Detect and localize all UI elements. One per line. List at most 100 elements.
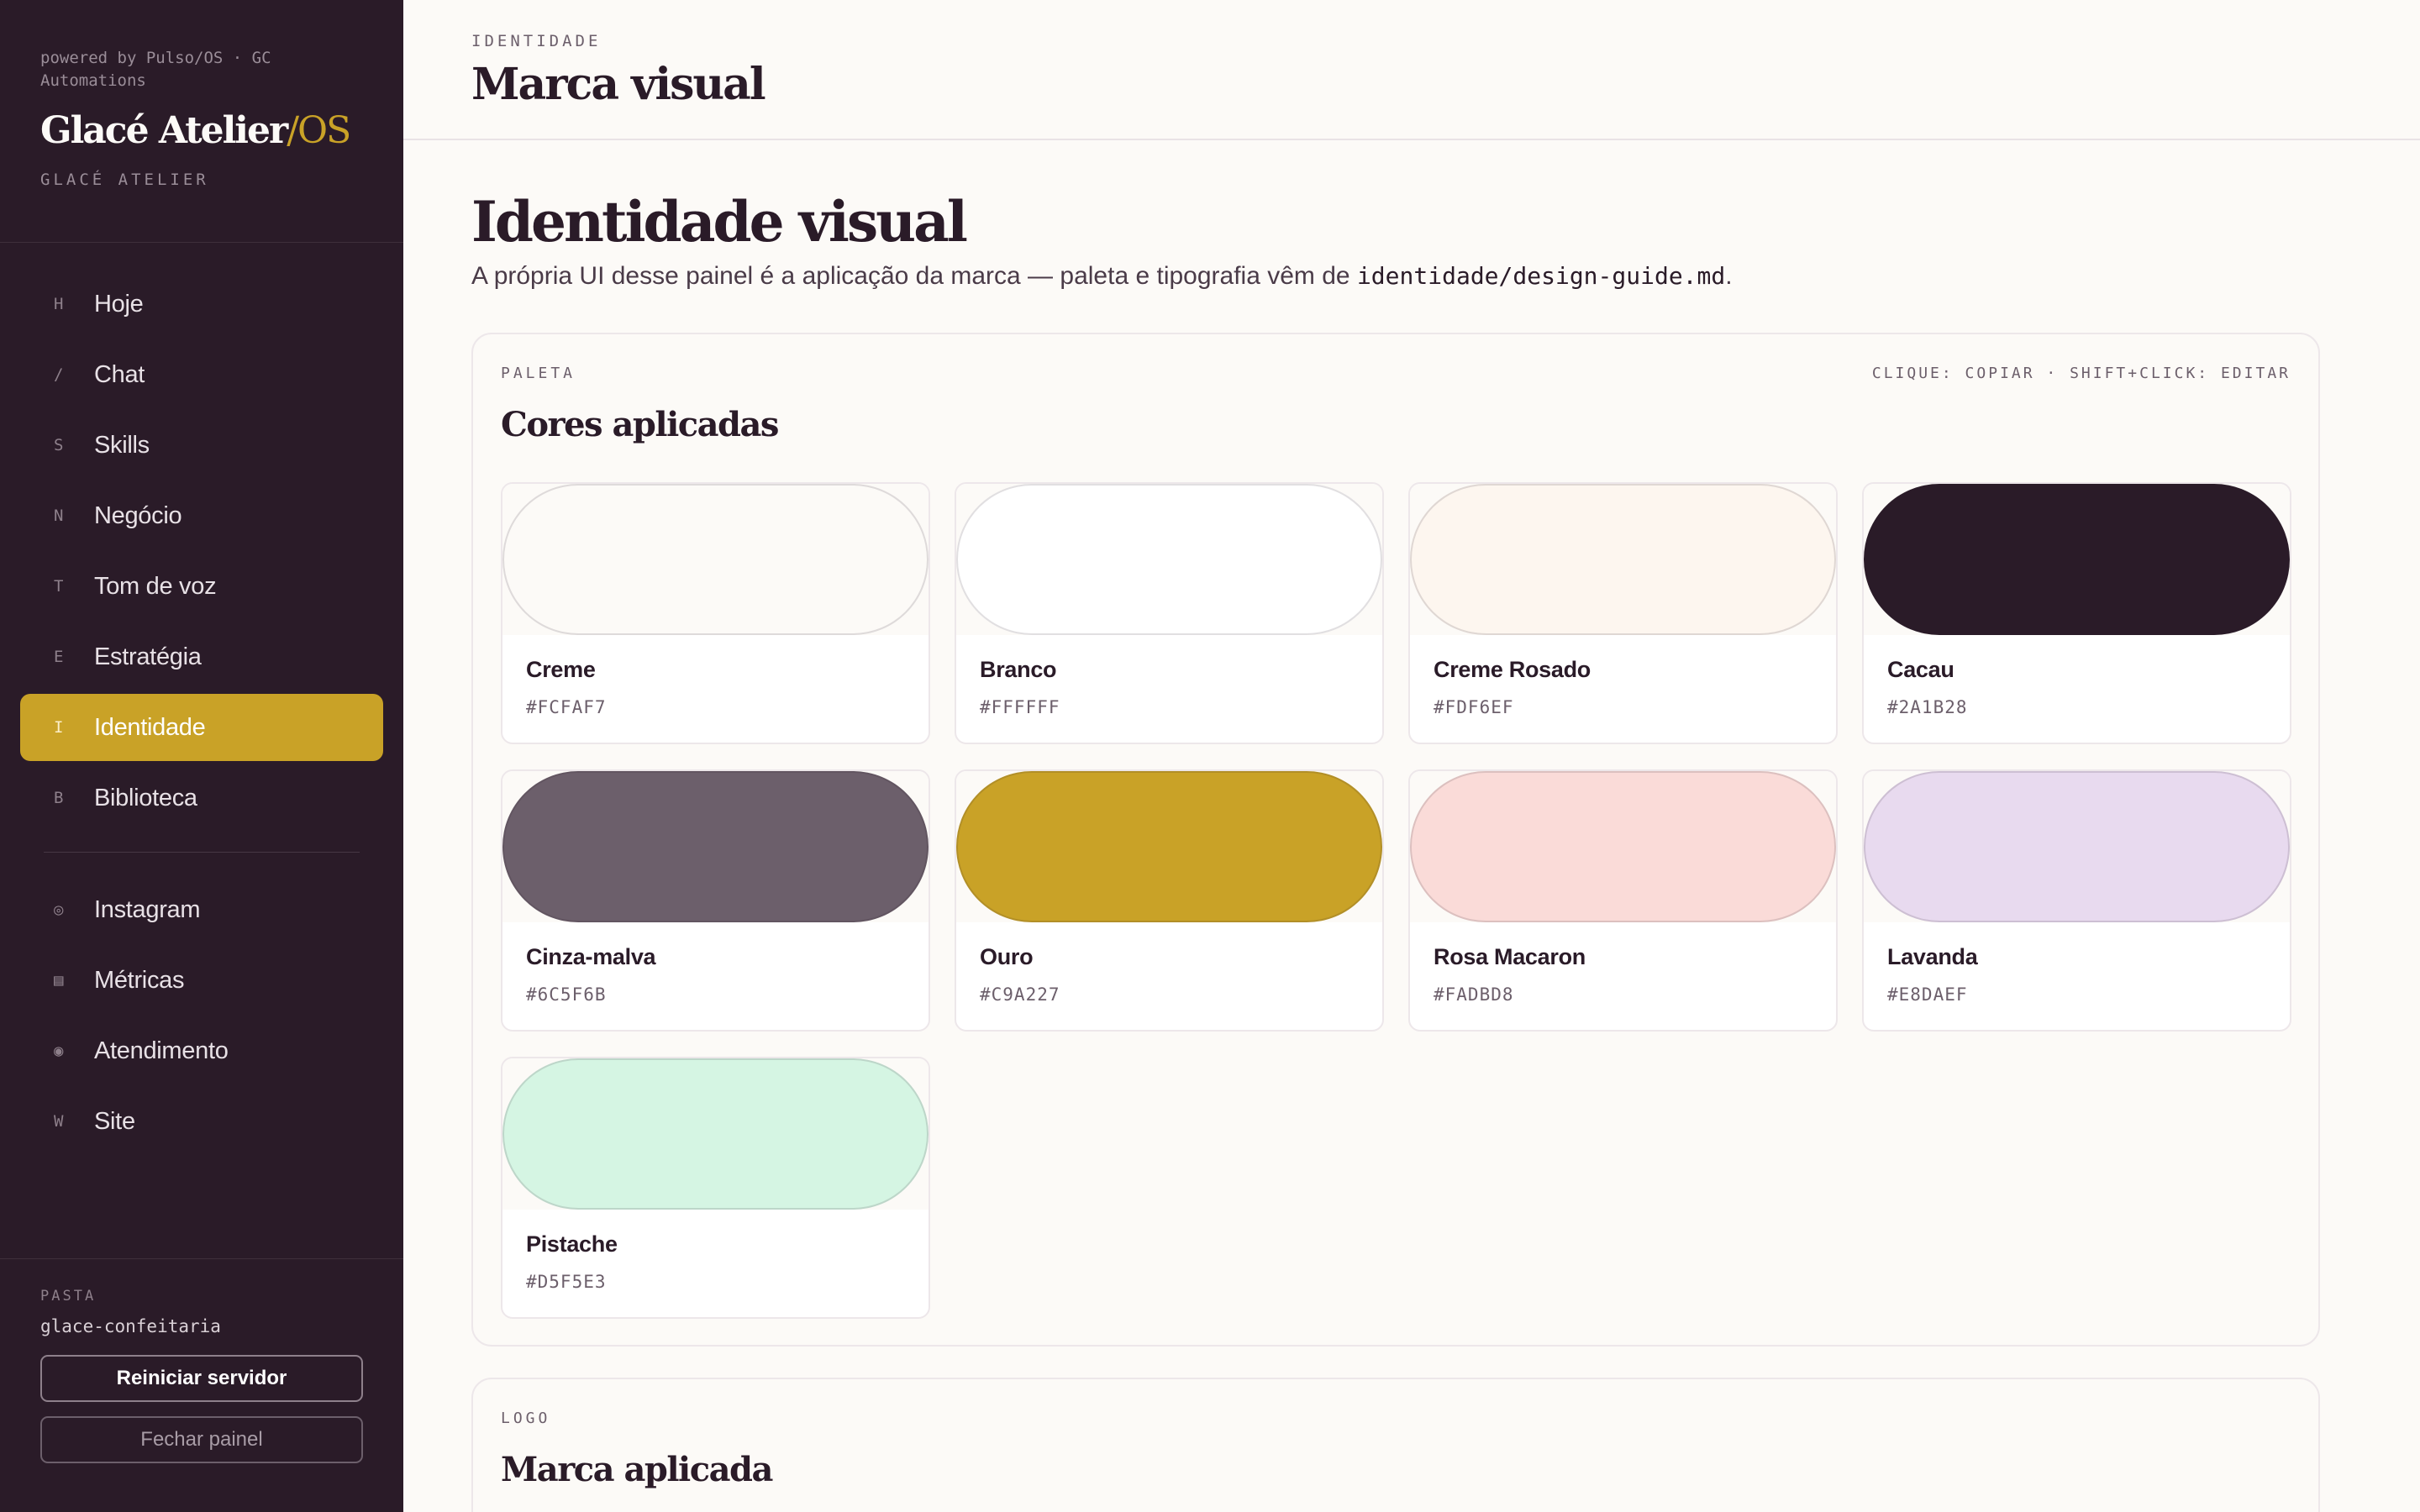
palette-hint: CLIQUE: COPIAR · SHIFT+CLICK: EDITAR [1871,365,2291,382]
folder-value: glace-confeitaria [40,1316,221,1336]
sidebar-item-instagram[interactable]: ◎ Instagram [20,876,383,943]
brand-os-suffix: /OS [287,109,351,152]
palette-title: Cores aplicadas [501,405,779,444]
color-name: Ouro [980,944,1034,969]
instagram-icon: ◎ [54,900,64,919]
sidebar-item-label: Negócio [94,501,182,529]
color-swatch-pistache[interactable]: Pistache #D5F5E3 [501,1057,930,1319]
sidebar-item-label: Tom de voz [94,572,217,600]
sidebar-item-identidade[interactable]: I Identidade [20,694,383,761]
swatch-grid: Creme #FCFAF7 Branco #FFFFFF Creme Rosad… [501,482,2292,1319]
logo-kicker: LOGO [501,1410,551,1427]
sidebar-item-chat[interactable]: / Chat [20,341,383,408]
sidebar-item-label: Site [94,1107,135,1135]
shortcut-i-icon: I [54,718,64,737]
color-pill [1410,771,1836,922]
shortcut-h-icon: H [54,295,64,313]
shortcut-t-icon: T [54,577,64,596]
color-name: Pistache [526,1231,618,1257]
restart-server-button[interactable]: Reiniciar servidor [40,1355,363,1402]
metrics-icon: ▤ [54,971,64,990]
color-hex: #2A1B28 [1887,697,1968,717]
color-swatch-ouro[interactable]: Ouro #C9A227 [955,769,1384,1032]
color-swatch-cinza-malva[interactable]: Cinza-malva #6C5F6B [501,769,930,1032]
color-hex: #FFFFFF [980,697,1060,717]
color-pill [1410,484,1836,635]
color-hex: #D5F5E3 [526,1272,607,1292]
color-name: Branco [980,657,1057,682]
app-root: powered by Pulso/OS · GC Automations Gla… [0,0,2420,1512]
support-icon: ◉ [54,1042,64,1060]
sidebar-item-label: Chat [94,360,145,388]
brand-name: Glacé Atelier [40,109,288,152]
sidebar-divider [0,242,403,243]
sidebar-item-hoje[interactable]: H Hoje [20,270,383,338]
shortcut-b-icon: B [54,789,64,807]
color-pill [502,484,929,635]
brand-subtitle: GLACÉ ATELIER [40,171,209,189]
sidebar-item-label: Instagram [94,895,201,923]
section-heading: Identidade visual [471,189,968,255]
design-guide-path: identidade/design-guide.md [1356,262,1726,290]
color-pill [956,484,1382,635]
sidebar-item-label: Skills [94,431,150,459]
color-pill [1864,484,2290,635]
sidebar-item-site[interactable]: W Site [20,1088,383,1155]
sidebar-item-label: Estratégia [94,643,202,670]
color-pill [502,1058,929,1210]
palette-kicker: PALETA [501,365,576,382]
color-name: Cinza-malva [526,944,656,969]
page-header: IDENTIDADE Marca visual [403,0,2420,140]
color-swatch-creme[interactable]: Creme #FCFAF7 [501,482,930,744]
sidebar-item-atendimento[interactable]: ◉ Atendimento [20,1017,383,1084]
color-hex: #FADBD8 [1434,984,1514,1005]
color-pill [502,771,929,922]
close-panel-button[interactable]: Fechar painel [40,1416,363,1463]
color-name: Cacau [1887,657,1954,682]
shortcut-s-icon: S [54,436,64,454]
color-hex: #E8DAEF [1887,984,1968,1005]
description-end: . [1725,262,1733,290]
folder-label: PASTA [40,1288,97,1305]
shortcut-w-icon: W [54,1112,64,1131]
color-pill [956,771,1382,922]
shortcut-e-icon: E [54,648,64,666]
sidebar-nav: H Hoje / Chat S Skills N Negócio T Tom d… [20,270,383,1158]
sidebar-nav-divider [44,852,360,853]
color-name: Rosa Macaron [1434,944,1586,969]
palette-panel: PALETA CLIQUE: COPIAR · SHIFT+CLICK: EDI… [471,333,2320,1347]
sidebar-item-label: Métricas [94,966,185,994]
sidebar-item-biblioteca[interactable]: B Biblioteca [20,764,383,832]
color-swatch-lavanda[interactable]: Lavanda #E8DAEF [1862,769,2291,1032]
powered-by-text: powered by Pulso/OS · GC Automations [40,49,271,90]
sidebar-item-tom-de-voz[interactable]: T Tom de voz [20,553,383,620]
color-swatch-cacau[interactable]: Cacau #2A1B28 [1862,482,2291,744]
sidebar-item-skills[interactable]: S Skills [20,412,383,479]
main-content: IDENTIDADE Marca visual Identidade visua… [403,0,2420,1512]
brand-logo[interactable]: Glacé Atelier/OS [40,109,351,152]
color-swatch-creme-rosado[interactable]: Creme Rosado #FDF6EF [1408,482,1838,744]
color-swatch-rosa-macaron[interactable]: Rosa Macaron #FADBD8 [1408,769,1838,1032]
sidebar-item-label: Identidade [94,713,206,741]
color-swatch-branco[interactable]: Branco #FFFFFF [955,482,1384,744]
sidebar-item-negocio[interactable]: N Negócio [20,482,383,549]
sidebar-footer-divider [0,1258,403,1259]
sidebar-item-label: Biblioteca [94,784,197,811]
color-hex: #FDF6EF [1434,697,1514,717]
color-name: Creme [526,657,596,682]
color-hex: #FCFAF7 [526,697,607,717]
sidebar-item-label: Hoje [94,290,144,318]
sidebar-item-label: Atendimento [94,1037,229,1064]
breadcrumb: IDENTIDADE [471,32,602,50]
color-name: Creme Rosado [1434,657,1591,682]
shortcut-n-icon: N [54,507,64,525]
shortcut-slash-icon: / [54,365,64,384]
sidebar: powered by Pulso/OS · GC Automations Gla… [0,0,403,1512]
logo-panel: LOGO Marca aplicada [471,1378,2320,1512]
color-name: Lavanda [1887,944,1978,969]
color-hex: #6C5F6B [526,984,607,1005]
sidebar-item-estrategia[interactable]: E Estratégia [20,623,383,690]
description-text: A própria UI desse painel é a aplicação … [471,262,1357,290]
sidebar-item-metricas[interactable]: ▤ Métricas [20,947,383,1014]
color-hex: #C9A227 [980,984,1060,1005]
